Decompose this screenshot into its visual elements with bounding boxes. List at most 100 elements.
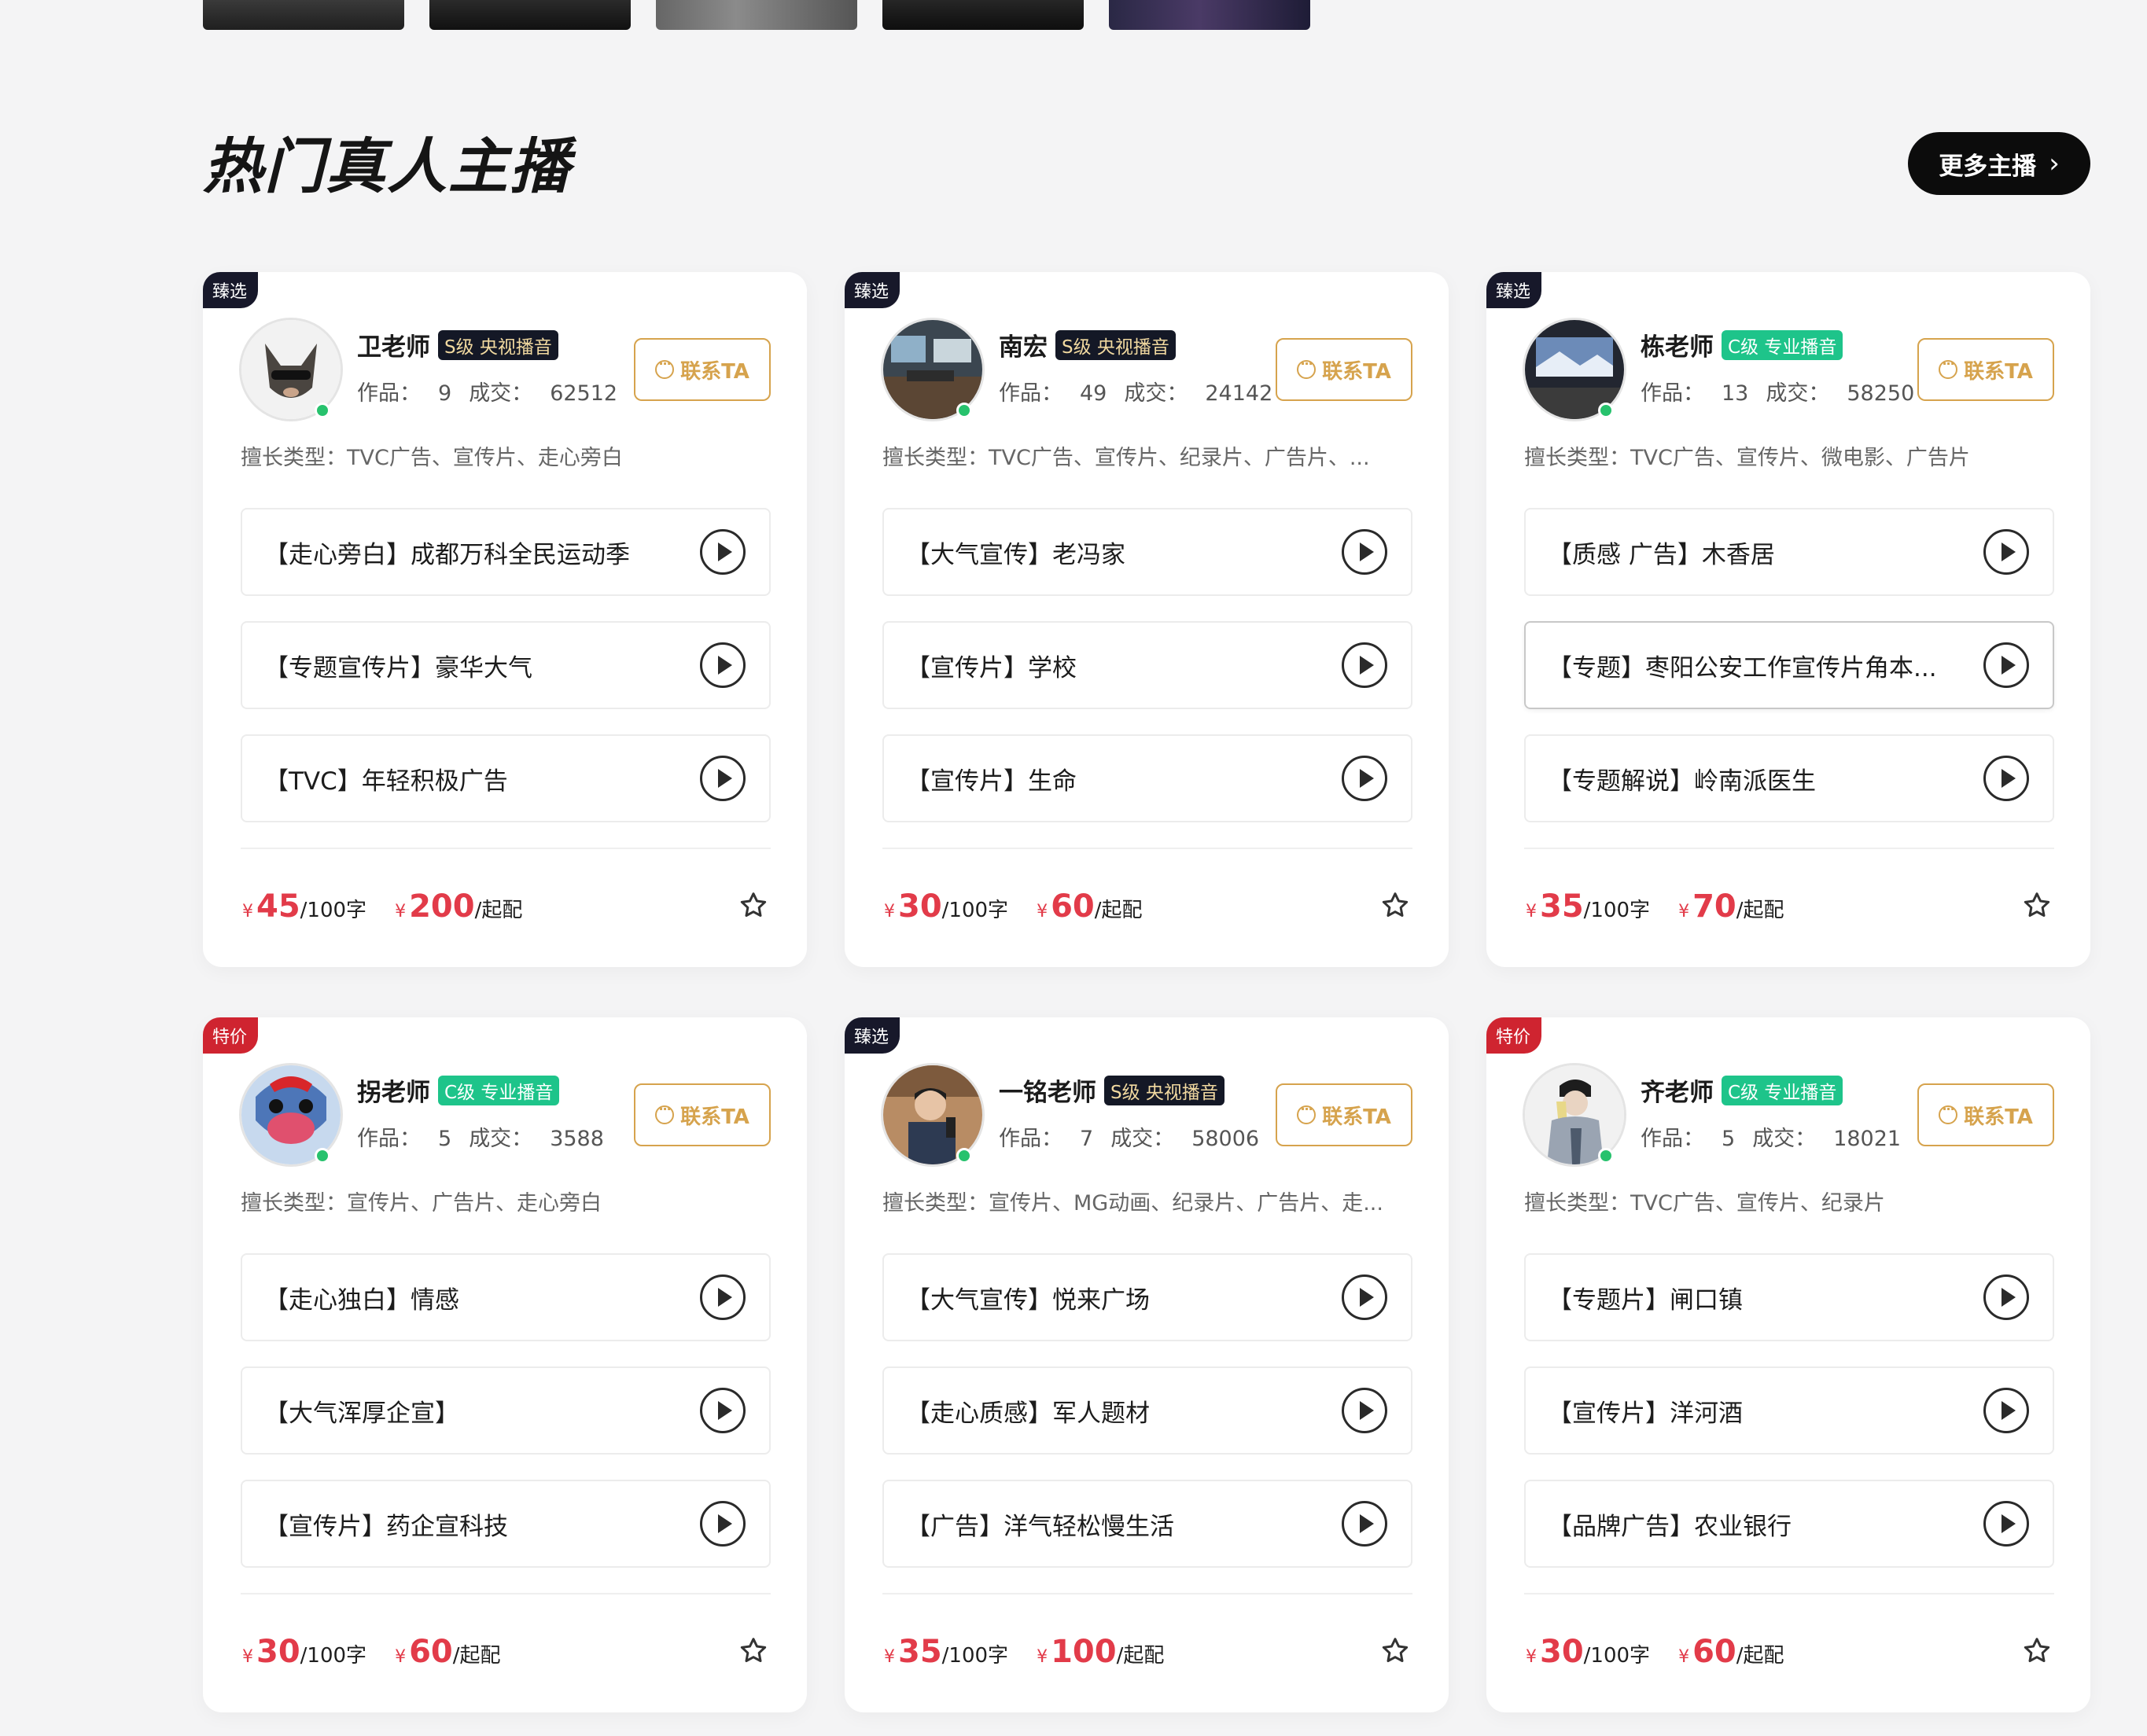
price-start-amount: 100: [1051, 1634, 1117, 1670]
works-label: 作品：: [357, 381, 421, 406]
favorite-star-icon[interactable]: [738, 890, 769, 921]
sample-item[interactable]: 【品牌广告】农业银行: [1524, 1480, 2054, 1568]
deals-value: 58006: [1191, 1127, 1260, 1151]
anchor-name[interactable]: 南宏: [999, 327, 1048, 362]
anchor-name[interactable]: 卫老师: [357, 327, 430, 362]
contact-button[interactable]: 联系TA: [1917, 1083, 2054, 1146]
card-tag: 臻选: [845, 1017, 900, 1054]
sample-item[interactable]: 【专题】枣阳公安工作宣传片角本...: [1524, 621, 2054, 709]
play-icon[interactable]: [1983, 1274, 2029, 1320]
thumbnail[interactable]: [882, 0, 1084, 30]
price-start-unit: /起配: [474, 899, 523, 922]
sample-title: 【宣传片】洋河酒: [1548, 1399, 1743, 1428]
price-start: ¥ 100 /起配: [1037, 1634, 1164, 1670]
sample-item[interactable]: 【专题解说】岭南派医生: [1524, 734, 2054, 822]
thumbnail[interactable]: [203, 0, 404, 30]
play-icon[interactable]: [1983, 642, 2029, 688]
sample-item[interactable]: 【宣传片】学校: [882, 621, 1412, 709]
sample-item[interactable]: 【大气宣传】悦来广场: [882, 1253, 1412, 1341]
sample-item[interactable]: 【质感 广告】木香居: [1524, 508, 2054, 596]
card-tag: 臻选: [1486, 272, 1542, 308]
play-icon[interactable]: [700, 642, 746, 688]
sample-item[interactable]: 【宣传片】洋河酒: [1524, 1366, 2054, 1455]
sample-title: 【走心旁白】成都万科全民运动季: [264, 540, 630, 569]
favorite-star-icon[interactable]: [1379, 1635, 1411, 1667]
play-icon[interactable]: [1983, 529, 2029, 575]
works-count: 作品： 5: [357, 1127, 451, 1151]
sample-item[interactable]: 【TVC】年轻积极广告: [241, 734, 771, 822]
level-badge: S级 央视播音: [1104, 1075, 1224, 1105]
play-icon[interactable]: [700, 529, 746, 575]
favorite-star-icon[interactable]: [2021, 1635, 2053, 1667]
anchor-name[interactable]: 栋老师: [1641, 327, 1714, 362]
anchor-card-grid: 臻选 卫老师 S级 央视播音 作品：9成交：62512 联系TA 擅长类型：TV…: [203, 272, 2090, 1712]
play-icon[interactable]: [1342, 1388, 1387, 1433]
play-icon[interactable]: [700, 1388, 746, 1433]
sample-item[interactable]: 【大气浑厚企宣】: [241, 1366, 771, 1455]
thumbnail[interactable]: [656, 0, 857, 30]
thumbnail[interactable]: [1109, 0, 1310, 30]
sample-item[interactable]: 【走心旁白】成都万科全民运动季: [241, 508, 771, 596]
play-icon[interactable]: [1342, 1274, 1387, 1320]
anchor-name[interactable]: 一铭老师: [999, 1072, 1096, 1108]
works-count: 作品： 13: [1641, 381, 1748, 406]
currency-symbol: ¥: [395, 1647, 407, 1667]
deals-count: 成交： 58250: [1766, 381, 1914, 406]
works-count: 作品： 5: [1641, 1127, 1735, 1151]
contact-button[interactable]: 联系TA: [634, 338, 771, 401]
play-icon[interactable]: [1983, 1388, 2029, 1433]
sample-item[interactable]: 【宣传片】药企宣科技: [241, 1480, 771, 1568]
play-icon[interactable]: [700, 756, 746, 801]
price-start: ¥ 60 /起配: [1678, 1634, 1784, 1670]
anchor-name[interactable]: 拐老师: [357, 1072, 430, 1108]
play-icon[interactable]: [1342, 1501, 1387, 1547]
anchor-name-row: 南宏 S级 央视播音: [999, 327, 1176, 362]
contact-button[interactable]: 联系TA: [1917, 338, 2054, 401]
play-icon[interactable]: [1983, 1501, 2029, 1547]
favorite-star-icon[interactable]: [1379, 890, 1411, 921]
favorite-star-icon[interactable]: [738, 1635, 769, 1667]
sample-item[interactable]: 【大气宣传】老冯家: [882, 508, 1412, 596]
sample-item[interactable]: 【广告】洋气轻松慢生活: [882, 1480, 1412, 1568]
specialty-text: 擅长类型：宣传片、广告片、走心旁白: [241, 1186, 775, 1216]
contact-button[interactable]: 联系TA: [634, 1083, 771, 1146]
anchor-stats: 作品： 5 成交： 3588: [357, 1121, 604, 1152]
sample-list: 【质感 广告】木香居 【专题】枣阳公安工作宣传片角本... 【专题解说】岭南派医生: [1524, 508, 2054, 822]
anchor-name[interactable]: 齐老师: [1641, 1072, 1714, 1108]
online-status-icon: [1598, 1148, 1614, 1164]
contact-button[interactable]: 联系TA: [1276, 338, 1412, 401]
works-label: 作品：: [1641, 381, 1704, 406]
play-icon[interactable]: [1342, 642, 1387, 688]
play-icon[interactable]: [1983, 756, 2029, 801]
contact-button[interactable]: 联系TA: [1276, 1083, 1412, 1146]
chat-icon: [655, 356, 675, 379]
more-anchors-button[interactable]: 更多主播 ›: [1908, 132, 2090, 195]
card-divider: [1524, 848, 2054, 849]
sample-item[interactable]: 【专题片】闸口镇: [1524, 1253, 2054, 1341]
deals-count: 成交： 3588: [469, 1127, 604, 1151]
card-divider: [241, 848, 771, 849]
sample-item[interactable]: 【专题宣传片】豪华大气: [241, 621, 771, 709]
price-start: ¥ 200 /起配: [395, 888, 522, 925]
play-icon[interactable]: [700, 1274, 746, 1320]
play-icon[interactable]: [1342, 756, 1387, 801]
play-icon[interactable]: [1342, 529, 1387, 575]
sample-item[interactable]: 【走心独白】情感: [241, 1253, 771, 1341]
anchor-name-row: 栋老师 C级 专业播音: [1641, 327, 1843, 362]
price-per-word-amount: 30: [898, 888, 942, 925]
deals-label: 成交：: [1124, 381, 1188, 406]
sample-item[interactable]: 【走心质感】军人题材: [882, 1366, 1412, 1455]
specialty-prefix: 擅长类型：: [1524, 1191, 1630, 1216]
anchor-stats: 作品： 7 成交： 58006: [999, 1121, 1259, 1152]
sample-item[interactable]: 【宣传片】生命: [882, 734, 1412, 822]
level-badge: C级 专业播音: [1722, 1075, 1843, 1105]
sample-title: 【专题片】闸口镇: [1548, 1285, 1743, 1315]
chat-icon: [655, 1102, 675, 1124]
favorite-star-icon[interactable]: [2021, 890, 2053, 921]
specialty-prefix: 擅长类型：: [241, 446, 347, 470]
contact-label: 联系TA: [1964, 1105, 2033, 1129]
play-icon[interactable]: [700, 1501, 746, 1547]
level-badge: S级 央视播音: [1055, 329, 1176, 360]
thumbnail[interactable]: [429, 0, 631, 30]
sample-title: 【专题解说】岭南派医生: [1548, 767, 1816, 796]
